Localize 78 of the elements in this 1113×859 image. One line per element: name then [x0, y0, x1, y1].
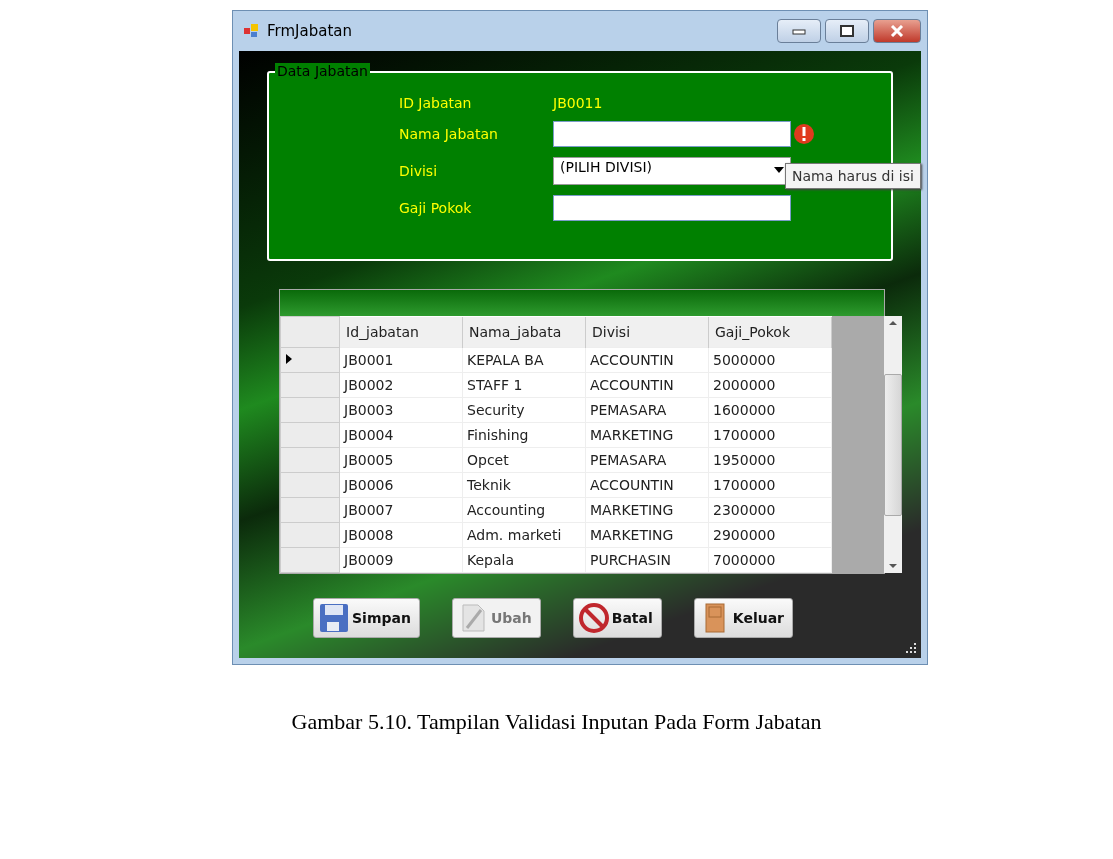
table-cell: JB0009: [339, 547, 463, 573]
minimize-icon: [792, 27, 806, 35]
table-cell: JB0006: [339, 472, 463, 498]
table-cell: JB0001: [339, 347, 463, 373]
table-cell: 1700000: [708, 472, 832, 498]
table-cell: 2000000: [708, 372, 832, 398]
action-button[interactable]: Keluar: [693, 598, 793, 638]
table-cell: 1600000: [708, 397, 832, 423]
action-button[interactable]: Simpan: [313, 598, 420, 638]
table-cell: 2300000: [708, 497, 832, 523]
dropdown-arrow-icon: [774, 167, 784, 173]
table-cell: JB0003: [339, 397, 463, 423]
column-header[interactable]: Nama_jabata: [462, 316, 586, 348]
table-cell: 5000000: [708, 347, 832, 373]
table-cell: Teknik: [462, 472, 586, 498]
row-header: [280, 316, 340, 348]
prohibited-icon: [577, 602, 610, 634]
row-header[interactable]: [280, 522, 340, 548]
table-cell: ACCOUNTIN: [585, 372, 709, 398]
row-header[interactable]: [280, 447, 340, 473]
table-cell: 1950000: [708, 447, 832, 473]
table-cell: 7000000: [708, 547, 832, 573]
table-cell: JB0005: [339, 447, 463, 473]
table-cell: PURCHASIN: [585, 547, 709, 573]
figure-caption: Gambar 5.10. Tampilan Validasi Inputan Pada Form Jabatan: [290, 709, 823, 735]
close-icon: [890, 25, 904, 37]
column-header[interactable]: Gaji_Pokok: [708, 316, 832, 348]
maximize-button[interactable]: [825, 19, 869, 43]
row-header[interactable]: [280, 347, 340, 373]
column-header[interactable]: Id_jabatan: [339, 316, 463, 348]
column-header[interactable]: Divisi: [585, 316, 709, 348]
row-header[interactable]: [280, 372, 340, 398]
field-label: ID Jabatan: [399, 95, 473, 111]
input-field[interactable]: [553, 121, 791, 147]
close-button[interactable]: [873, 19, 921, 43]
window-title: FrmJabatan: [267, 22, 352, 40]
scroll-up-arrow-icon[interactable]: [888, 320, 898, 326]
table-cell: 1700000: [708, 422, 832, 448]
field-label: Divisi: [399, 163, 439, 179]
field-label: Gaji Pokok: [399, 200, 473, 216]
table-cell: Accounting: [462, 497, 586, 523]
table-cell: PEMASARA: [585, 447, 709, 473]
table-cell: MARKETING: [585, 422, 709, 448]
app-icon: [243, 23, 259, 39]
action-button[interactable]: Batal: [572, 598, 662, 638]
table-cell: JB0008: [339, 522, 463, 548]
table-cell: STAFF 1: [462, 372, 586, 398]
row-header[interactable]: [280, 497, 340, 523]
row-header[interactable]: [280, 422, 340, 448]
group-title: Data Jabatan: [275, 63, 370, 79]
table-cell: KEPALA BA: [462, 347, 586, 373]
row-header[interactable]: [280, 472, 340, 498]
dropdown-field[interactable]: (PILIH DIVISI): [553, 157, 791, 185]
resize-grip-icon[interactable]: [905, 642, 917, 654]
id-value: JB0011: [553, 95, 604, 111]
error-tooltip: Nama harus di isi: [785, 163, 921, 189]
table-cell: MARKETING: [585, 497, 709, 523]
row-header[interactable]: [280, 547, 340, 573]
vertical-scrollbar[interactable]: [884, 316, 902, 573]
table-cell: JB0004: [339, 422, 463, 448]
input-field[interactable]: [553, 195, 791, 221]
table-cell: 2900000: [708, 522, 832, 548]
row-pointer-icon: [285, 353, 293, 365]
row-header[interactable]: [280, 397, 340, 423]
scroll-down-arrow-icon[interactable]: [888, 563, 898, 569]
table-cell: MARKETING: [585, 522, 709, 548]
table-cell: Adm. marketi: [462, 522, 586, 548]
field-label: Nama Jabatan: [399, 126, 499, 142]
maximize-icon: [840, 25, 854, 37]
table-cell: PEMASARA: [585, 397, 709, 423]
table-cell: Security: [462, 397, 586, 423]
table-cell: ACCOUNTIN: [585, 347, 709, 373]
table-cell: ACCOUNTIN: [585, 472, 709, 498]
table-cell: JB0002: [339, 372, 463, 398]
table-cell: JB0007: [339, 497, 463, 523]
table-cell: Finishing: [462, 422, 586, 448]
table-cell: Kepala: [462, 547, 586, 573]
table-cell: Opcet: [462, 447, 586, 473]
